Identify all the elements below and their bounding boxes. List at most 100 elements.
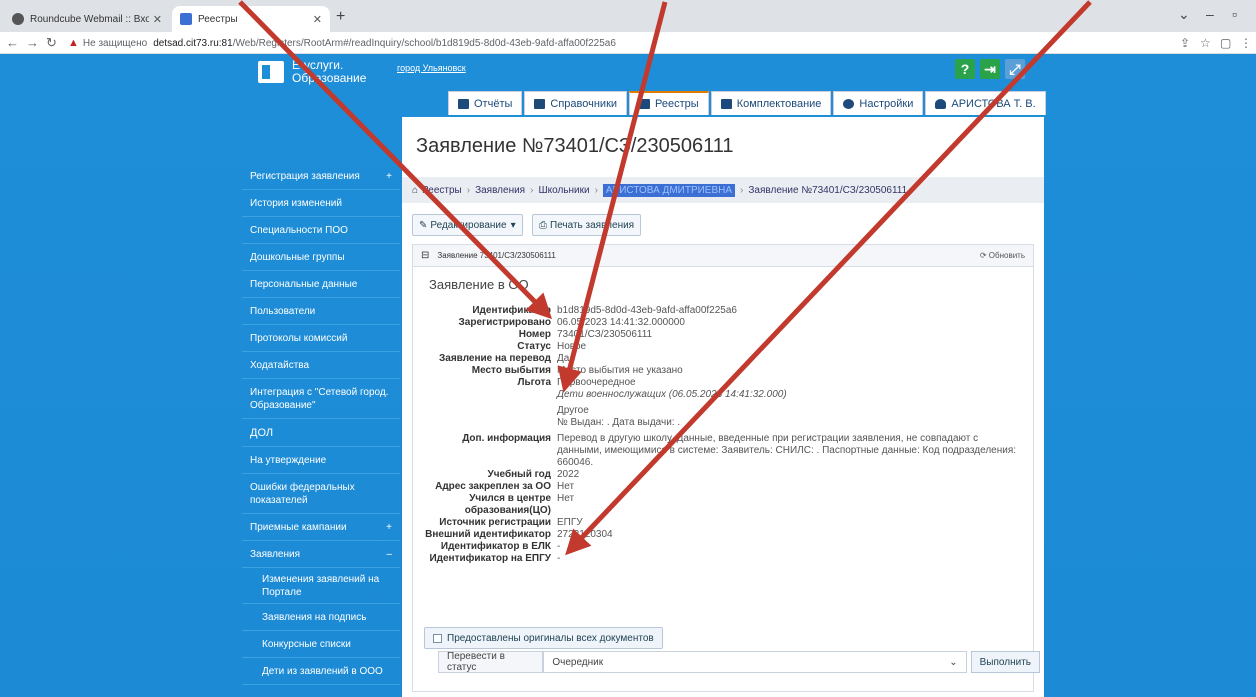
- reload-icon[interactable]: ↻: [46, 35, 57, 51]
- help-icon[interactable]: ?: [955, 59, 975, 79]
- tab-label: Комплектование: [736, 97, 822, 110]
- execute-button[interactable]: Выполнить: [970, 651, 1040, 673]
- fullscreen-icon[interactable]: ⤢: [1005, 59, 1025, 79]
- tab-staffing[interactable]: Комплектование: [710, 91, 832, 115]
- forward-icon[interactable]: →: [26, 35, 39, 50]
- sidebar-item-applications[interactable]: Заявления –: [242, 541, 400, 568]
- tab-registers[interactable]: Реестры: [629, 91, 709, 115]
- breadcrumb-item[interactable]: Реестры: [422, 185, 462, 196]
- sidebar-item-history[interactable]: История изменений: [242, 190, 400, 217]
- breadcrumb: ⌂ Реестры › Заявления › Школьники › АРИСТОВ…: [402, 177, 1044, 203]
- print-button-label: Печать заявления: [550, 219, 635, 231]
- sidebar-item-specialities[interactable]: Специальности ПОО: [242, 217, 400, 244]
- security-label: Не защищено: [82, 37, 148, 49]
- field-label: Идентификатор: [472, 305, 551, 316]
- sidebar-item-approval[interactable]: На утверждение: [242, 447, 400, 474]
- sidebar-item-label: ДОЛ: [250, 426, 274, 439]
- url-path: /Web/Registers/RootArm#/readInquiry/scho…: [232, 37, 616, 49]
- sidebar-item-label: На утверждение: [250, 454, 327, 466]
- tab-title: Реестры: [198, 13, 238, 25]
- tab-label: Реестры: [655, 98, 699, 110]
- field-value: Перевод в другую школу. Данные, введенны…: [557, 433, 1017, 468]
- print-button[interactable]: ⎙ Печать заявления: [532, 214, 642, 236]
- menu-icon[interactable]: ⋮: [1240, 36, 1252, 50]
- sidebar-item-contest-lists[interactable]: Конкурсные списки: [242, 631, 400, 658]
- browser-tab-registers[interactable]: Реестры ✕: [172, 6, 330, 32]
- sidebar-item-label: Дети из заявлений в ООО: [262, 665, 383, 677]
- url-field[interactable]: ▲ Не защищено detsad.cit73.ru:81 /Web/Re…: [68, 34, 1148, 52]
- stack-icon: [720, 98, 732, 109]
- back-icon[interactable]: ←: [6, 35, 19, 50]
- breadcrumb-item[interactable]: Школьники: [538, 185, 589, 196]
- field-row: Идентификатор на ЕПГУ -: [421, 553, 1025, 565]
- field-label: Льгота: [517, 377, 551, 388]
- plus-icon: +: [386, 170, 392, 182]
- minimize-icon[interactable]: –: [1206, 6, 1214, 22]
- star-icon[interactable]: ☆: [1200, 36, 1211, 50]
- sidebar-item-label: Заявления на подпись: [262, 611, 367, 623]
- tab-reports[interactable]: Отчёты: [448, 91, 523, 115]
- field-value: b1d819d5-8d0d-43eb-9afd-affa00f225a6: [557, 305, 737, 316]
- checkbox-icon[interactable]: [433, 633, 442, 643]
- sidebar-item-portal-changes[interactable]: Изменения заявлений на Портале: [242, 568, 400, 604]
- sidebar-item-integration[interactable]: Интеграция с "Сетевой город. Образование…: [242, 379, 400, 419]
- field-row: Дети военнослужащих (06.05.2023 14:41:32…: [421, 389, 1025, 401]
- breadcrumb-item: Заявление №73401/СЗ/230506111: [748, 184, 908, 196]
- home-icon[interactable]: ⌂: [412, 185, 418, 196]
- status-label: Перевести в статус: [438, 651, 544, 673]
- status-select[interactable]: Очередник ⌄: [543, 651, 967, 673]
- originals-label: Предоставлены оригиналы всех документов: [447, 632, 654, 644]
- status-change-row: Перевести в статус Очередник ⌄ Выполнить: [420, 645, 1040, 679]
- refresh-button[interactable]: ⟳ Обновить: [980, 251, 1025, 260]
- close-icon[interactable]: ✕: [153, 13, 162, 26]
- sidebar-item-label: История изменений: [250, 197, 342, 209]
- book-icon: [534, 98, 546, 109]
- sidebar-item-federal-errors[interactable]: Ошибки федеральных показателей: [242, 474, 400, 514]
- maximize-icon[interactable]: ▫: [1232, 6, 1237, 22]
- field-label: Зарегистрировано: [458, 317, 551, 328]
- new-tab-icon[interactable]: +: [336, 8, 345, 26]
- sidebar-item-children[interactable]: Дети из заявлений в ООО: [242, 658, 400, 685]
- box-header-title: Заявление 73401/СЗ/230506111: [437, 251, 556, 260]
- chevron-down-icon: ▾: [510, 219, 516, 231]
- sidebar-item-campaigns[interactable]: Приемные кампании +: [242, 514, 400, 541]
- field-value: Место выбытия не указано: [557, 365, 683, 376]
- breadcrumb-item[interactable]: АРИСТОВА ДМИТРИЕВНА: [602, 183, 736, 197]
- sidebar-item-petitions[interactable]: Ходатайства: [242, 352, 400, 379]
- collapse-icon[interactable]: ⊟: [421, 250, 429, 261]
- sidebar-item-protocols[interactable]: Протоколы комиссий: [242, 325, 400, 352]
- edit-button[interactable]: ✎ Редактирование ▾: [412, 214, 523, 236]
- warning-icon[interactable]: ▲: [68, 37, 79, 49]
- field-row: Идентификатор в ЕЛК -: [421, 541, 1025, 553]
- field-row: Адрес закреплен за ОО Нет: [421, 481, 1025, 493]
- sidebar-item-registration[interactable]: Регистрация заявления +: [242, 163, 400, 190]
- sidebar-item-groups[interactable]: Дошкольные группы: [242, 244, 400, 271]
- app-logo[interactable]: Е-услуги. Образование: [258, 59, 366, 85]
- logout-icon[interactable]: ⇥: [980, 59, 1000, 79]
- field-row: Зарегистрировано 06.05.2023 14:41:32.0000…: [421, 317, 1025, 329]
- tab-search-icon[interactable]: ⌄: [1178, 6, 1190, 23]
- field-row: Учился в центре образования(ЦО) Нет: [421, 493, 1025, 517]
- breadcrumb-item[interactable]: Заявления: [475, 185, 525, 196]
- top-nav: Отчёты Справочники Реестры Комплектовани…: [448, 91, 1048, 115]
- sidebar-item-label: Специальности ПОО: [250, 224, 348, 236]
- sidebar-item-for-signature[interactable]: Заявления на подпись: [242, 604, 400, 631]
- field-row: Учебный год 2022: [421, 469, 1025, 481]
- field-value: -: [557, 553, 561, 564]
- close-icon[interactable]: ✕: [313, 13, 322, 26]
- field-label: Доп. информация: [462, 433, 551, 444]
- tab-settings[interactable]: Настройки: [833, 91, 924, 115]
- tab-directories[interactable]: Справочники: [524, 91, 628, 115]
- refresh-label: Обновить: [988, 251, 1025, 260]
- field-label: Номер: [518, 329, 551, 340]
- field-value: Первоочередное: [557, 377, 636, 388]
- sidebar-item-users[interactable]: Пользователи: [242, 298, 400, 325]
- city-link[interactable]: город Ульяновск: [397, 63, 466, 73]
- browser-tab-roundcube[interactable]: Roundcube Webmail :: Входящие ✕: [4, 6, 170, 32]
- share-icon[interactable]: ⇪: [1180, 36, 1190, 50]
- tab-label: Настройки: [859, 97, 914, 110]
- tab-user[interactable]: АРИСТОВА Т. В.: [925, 91, 1046, 115]
- sidebar-item-personal-data[interactable]: Персональные данные: [242, 271, 400, 298]
- sidebar-item-dol[interactable]: ДОЛ: [242, 419, 400, 447]
- sidepanel-icon[interactable]: ▢: [1220, 36, 1231, 50]
